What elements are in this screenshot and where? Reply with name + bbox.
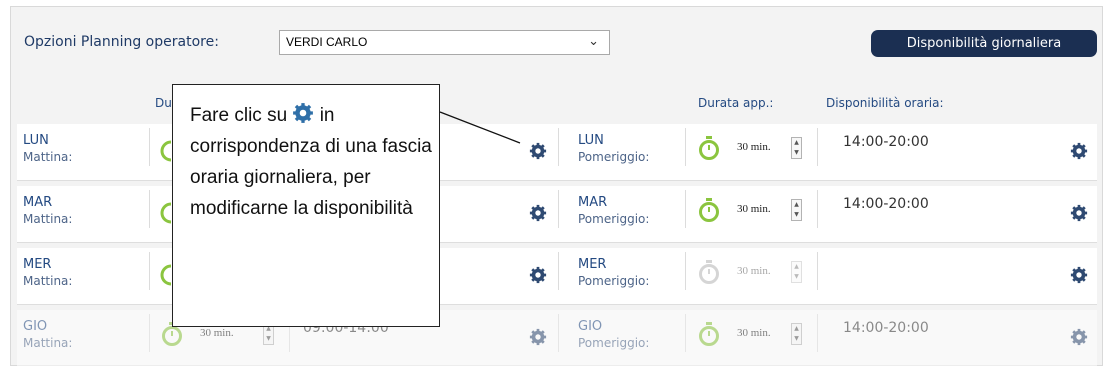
day-label: MER bbox=[578, 257, 607, 272]
day-label: MAR bbox=[23, 195, 53, 210]
gear-icon[interactable] bbox=[529, 204, 547, 222]
afternoon-label: Pomeriggio: bbox=[578, 150, 650, 164]
stopwatch-icon bbox=[699, 136, 719, 160]
duration-value: 30 min. bbox=[737, 265, 771, 277]
day-label: LUN bbox=[578, 133, 604, 148]
duration-stepper[interactable]: ▲ ▼ bbox=[791, 261, 802, 283]
gear-icon[interactable] bbox=[1070, 328, 1088, 346]
operator-select[interactable]: VERDI CARLO ⌄ bbox=[279, 30, 610, 55]
day-afternoon-cell: GIO Pomeriggio: bbox=[578, 318, 649, 352]
column-divider bbox=[685, 190, 686, 228]
operator-select-value: VERDI CARLO bbox=[286, 35, 368, 49]
duration-value: 30 min. bbox=[737, 203, 771, 215]
gear-icon[interactable] bbox=[1070, 266, 1088, 284]
options-label: Opzioni Planning operatore: bbox=[24, 34, 219, 50]
duration-stepper[interactable]: ▲ ▼ bbox=[791, 137, 802, 159]
day-morning-cell: LUN Mattina: bbox=[23, 132, 72, 166]
day-label: LUN bbox=[23, 133, 49, 148]
afternoon-label: Pomeriggio: bbox=[578, 274, 650, 288]
left-duration-header: Du bbox=[155, 96, 172, 110]
column-divider bbox=[149, 314, 150, 352]
morning-label: Mattina: bbox=[23, 212, 73, 226]
right-duration-header: Durata app.: bbox=[698, 96, 774, 110]
day-afternoon-cell: MAR Pomeriggio: bbox=[578, 194, 649, 228]
stopwatch-icon bbox=[699, 198, 719, 222]
column-divider bbox=[685, 252, 686, 290]
column-divider bbox=[817, 128, 818, 166]
morning-label: Mattina: bbox=[23, 150, 73, 164]
gear-icon[interactable] bbox=[529, 142, 547, 160]
duration-value: 30 min. bbox=[737, 141, 771, 153]
callout-text: Fare clic su in corrispondenza di una fa… bbox=[190, 100, 434, 224]
column-divider bbox=[149, 128, 150, 166]
afternoon-label: Pomeriggio: bbox=[578, 336, 650, 350]
column-divider bbox=[149, 190, 150, 228]
day-morning-cell: GIO Mattina: bbox=[23, 318, 72, 352]
availability-hours: 14:00-20:00 bbox=[843, 134, 929, 150]
day-morning-cell: MER Mattina: bbox=[23, 256, 72, 290]
day-label: MER bbox=[23, 257, 52, 272]
gear-icon bbox=[293, 103, 314, 123]
chevron-down-icon: ⌄ bbox=[588, 33, 599, 48]
day-label: GIO bbox=[578, 319, 603, 334]
column-divider bbox=[558, 252, 559, 290]
column-divider bbox=[149, 252, 150, 290]
column-divider bbox=[817, 190, 818, 228]
column-divider bbox=[558, 190, 559, 228]
duration-stepper[interactable]: ▲ ▼ bbox=[791, 323, 802, 345]
gear-icon[interactable] bbox=[1070, 142, 1088, 160]
gear-icon[interactable] bbox=[1070, 204, 1088, 222]
stopwatch-icon bbox=[699, 322, 719, 346]
daily-availability-button[interactable]: Disponibilità giornaliera bbox=[871, 30, 1097, 57]
duration-stepper[interactable]: ▲ ▼ bbox=[791, 199, 802, 221]
day-label: GIO bbox=[23, 319, 48, 334]
right-availability-header: Disponibilità oraria: bbox=[826, 96, 944, 110]
day-label: MAR bbox=[578, 195, 608, 210]
day-afternoon-cell: LUN Pomeriggio: bbox=[578, 132, 649, 166]
column-divider bbox=[817, 252, 818, 290]
column-divider bbox=[558, 314, 559, 352]
column-divider bbox=[558, 128, 559, 166]
column-divider bbox=[685, 314, 686, 352]
duration-value: 30 min. bbox=[737, 327, 771, 339]
callout-text-before: Fare clic su bbox=[190, 105, 288, 126]
column-divider bbox=[685, 128, 686, 166]
gear-icon[interactable] bbox=[529, 266, 547, 284]
availability-hours: 14:00-20:00 bbox=[843, 196, 929, 212]
day-afternoon-cell: MER Pomeriggio: bbox=[578, 256, 649, 290]
column-divider bbox=[817, 314, 818, 352]
morning-label: Mattina: bbox=[23, 274, 73, 288]
gear-icon[interactable] bbox=[529, 328, 547, 346]
availability-hours: 14:00-20:00 bbox=[843, 320, 929, 336]
duration-value: 30 min. bbox=[200, 327, 234, 339]
stopwatch-icon bbox=[699, 260, 719, 284]
morning-label: Mattina: bbox=[23, 336, 73, 350]
day-morning-cell: MAR Mattina: bbox=[23, 194, 72, 228]
afternoon-label: Pomeriggio: bbox=[578, 212, 650, 226]
